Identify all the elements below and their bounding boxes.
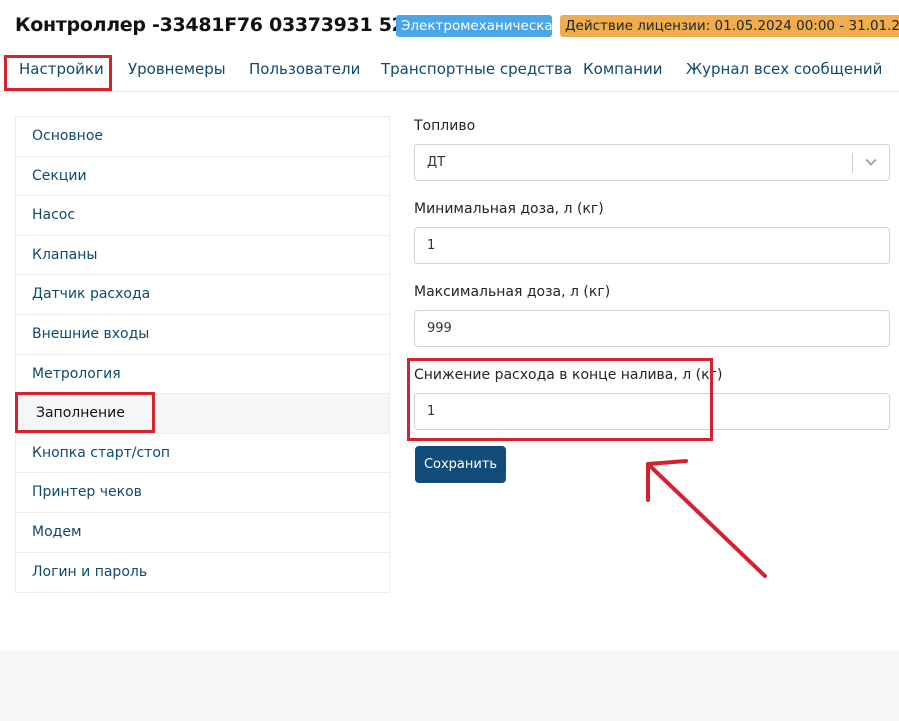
menu-item-flow-sensor[interactable]: Датчик расхода [16, 275, 389, 315]
fuel-label: Топливо [414, 118, 476, 134]
save-button[interactable]: Сохранить [415, 446, 506, 483]
menu-item-modem[interactable]: Модем [16, 513, 389, 553]
max-dose-label: Максимальная доза, л (кг) [414, 284, 611, 300]
tab-companies[interactable]: Компании [583, 60, 662, 78]
menu-item-valves[interactable]: Клапаны [16, 236, 389, 276]
settings-menu: Основное Секции Насос Клапаны Датчик рас… [15, 116, 390, 594]
menu-item-general[interactable]: Основное [16, 117, 389, 157]
annotation-box-flow-reduction [407, 358, 713, 441]
tab-level-gauges[interactable]: Уровнемеры [128, 60, 226, 78]
menu-item-pump[interactable]: Насос [16, 196, 389, 236]
annotation-arrow-icon [646, 459, 767, 578]
footer [0, 651, 899, 721]
menu-item-login-password[interactable]: Логин и пароль [16, 553, 389, 593]
main-tabs: Настройки Уровнемеры Пользователи Трансп… [0, 52, 899, 92]
annotation-box-filling-item [15, 392, 155, 433]
min-dose-label: Минимальная доза, л (кг) [414, 201, 604, 217]
chevron-down-icon [865, 158, 877, 166]
header: Контроллер -33481F76 03373931 5235364C Э… [0, 0, 899, 52]
type-badge: Электромеханическая [396, 15, 561, 37]
menu-item-metrology[interactable]: Метрология [16, 355, 389, 395]
tab-users[interactable]: Пользователи [249, 60, 360, 78]
select-divider [852, 153, 853, 173]
page: Контроллер -33481F76 03373931 5235364C Э… [0, 0, 899, 721]
tab-message-log[interactable]: Журнал всех сообщений [686, 60, 882, 78]
min-dose-input[interactable]: 1 [414, 227, 890, 264]
annotation-box-settings-tab [4, 55, 112, 91]
fuel-select[interactable]: ДТ [414, 144, 890, 181]
max-dose-input[interactable]: 999 [414, 310, 890, 347]
fuel-select-value: ДТ [427, 155, 446, 170]
menu-item-start-stop-button[interactable]: Кнопка старт/стоп [16, 434, 389, 474]
license-badge: Действие лицензии: 01.05.2024 00:00 - 31… [560, 15, 899, 37]
menu-item-receipt-printer[interactable]: Принтер чеков [16, 473, 389, 513]
menu-item-sections[interactable]: Секции [16, 157, 389, 197]
menu-item-external-inputs[interactable]: Внешние входы [16, 315, 389, 355]
tab-vehicles[interactable]: Транспортные средства [381, 60, 572, 78]
